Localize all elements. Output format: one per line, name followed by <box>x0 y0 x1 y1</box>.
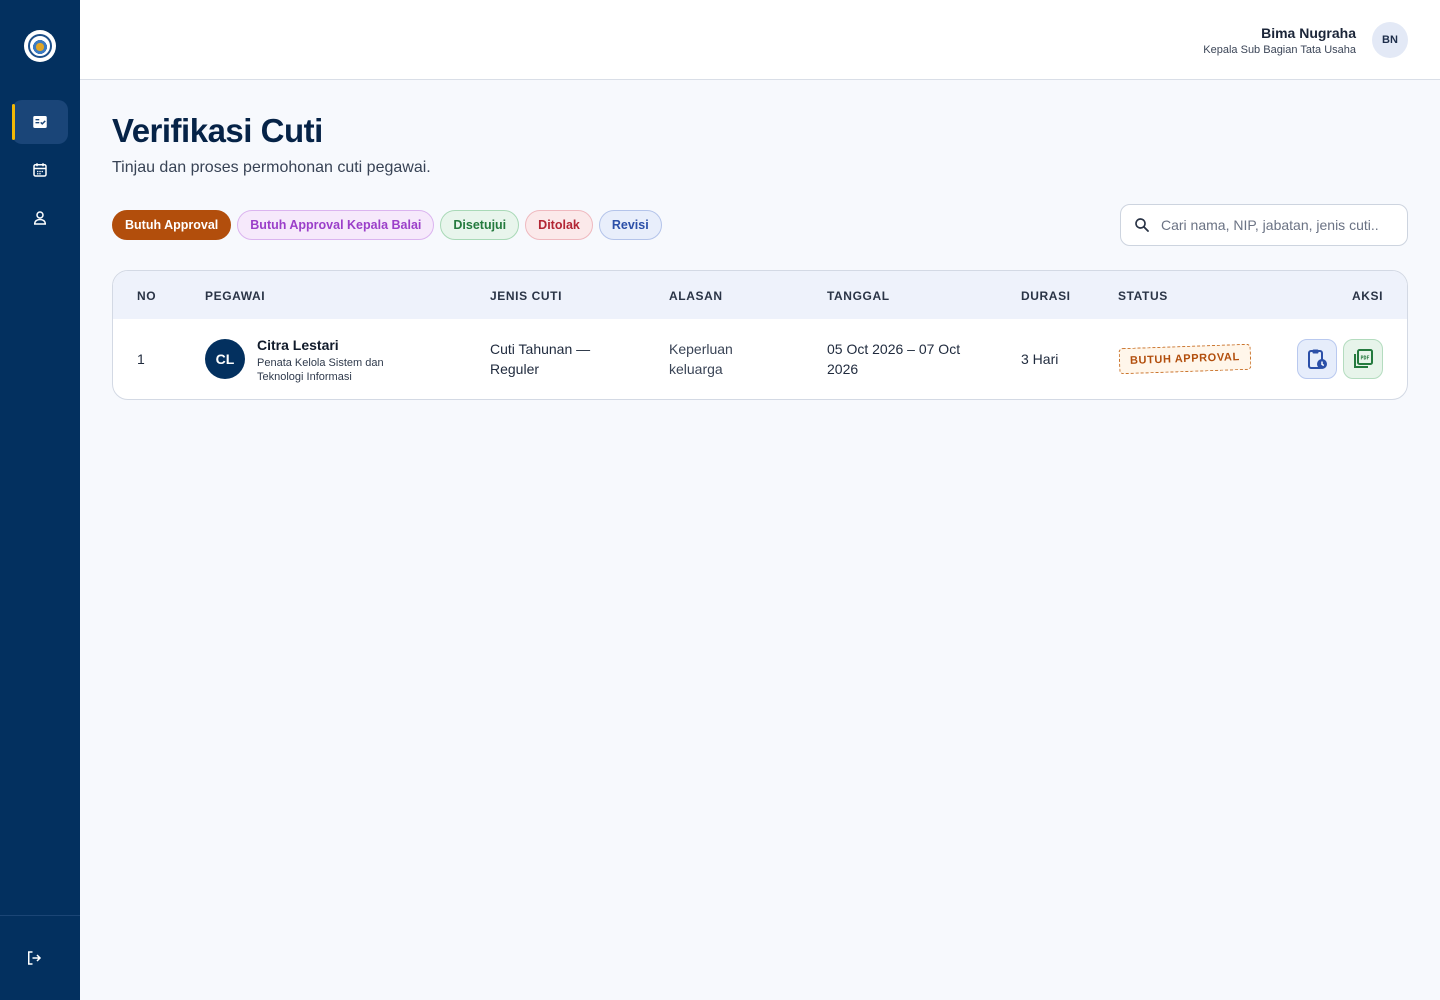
filter-disetujui[interactable]: Disetujui <box>440 210 520 240</box>
column-header-no: NO <box>137 289 157 303</box>
pdf-icon: PDF <box>1354 349 1373 368</box>
status-badge: BUTUH APPROVAL <box>1118 343 1252 375</box>
user-avatar[interactable]: BN <box>1372 22 1408 58</box>
filter-butuh-approval[interactable]: Butuh Approval <box>112 210 232 240</box>
leave-date: 05 Oct 2026 – 07 Oct 2026 <box>827 341 961 377</box>
leave-duration: 3 Hari <box>1021 351 1059 367</box>
search-icon <box>1135 218 1149 232</box>
employee-position: Penata Kelola Sistem dan Teknologi Infor… <box>257 357 384 383</box>
column-header-alasan: ALASAN <box>669 289 723 303</box>
sidebar-item-calendar[interactable] <box>12 148 68 192</box>
leave-type: Cuti Tahunan — Reguler <box>490 341 591 377</box>
leave-reason: Keperluan keluarga <box>669 341 733 377</box>
employee-name: Citra Lestari <box>257 337 339 353</box>
user-menu[interactable]: Bima Nugraha Kepala Sub Bagian Tata Usah… <box>1203 22 1408 58</box>
download-pdf-button[interactable]: PDF <box>1343 339 1383 379</box>
column-header-durasi: DURASI <box>1021 289 1071 303</box>
top-bar: Bima Nugraha Kepala Sub Bagian Tata Usah… <box>80 0 1440 80</box>
filter-revisi[interactable]: Revisi <box>598 210 662 240</box>
page-subtitle: Tinjau dan proses permohonan cuti pegawa… <box>112 159 431 176</box>
app-logo[interactable] <box>24 30 56 62</box>
calendar-icon <box>33 163 47 177</box>
leave-request-table: NO PEGAWAI JENIS CUTI ALASAN TANGGAL DUR… <box>112 270 1408 400</box>
column-header-tanggal: TANGGAL <box>827 289 890 303</box>
logout-button[interactable] <box>12 936 56 980</box>
user-name: Bima Nugraha <box>1261 24 1356 41</box>
filter-butuh-approval-kepala-balai[interactable]: Butuh Approval Kepala Balai <box>237 210 435 240</box>
review-button[interactable] <box>1297 339 1337 379</box>
search-box[interactable] <box>1120 204 1408 246</box>
row-number: 1 <box>137 351 145 367</box>
logout-icon <box>28 951 42 965</box>
column-header-pegawai: PEGAWAI <box>205 289 266 303</box>
user-role: Kepala Sub Bagian Tata Usaha <box>1203 43 1356 56</box>
user-info: Bima Nugraha Kepala Sub Bagian Tata Usah… <box>1203 25 1356 56</box>
user-icon <box>33 211 47 225</box>
logo-emblem-icon <box>28 34 52 58</box>
page-title: Verifikasi Cuti <box>112 112 323 149</box>
table-header: NO PEGAWAI JENIS CUTI ALASAN TANGGAL DUR… <box>113 271 1407 319</box>
sidebar-divider <box>0 915 80 916</box>
sidebar <box>0 0 80 1000</box>
search-input[interactable] <box>1161 217 1401 233</box>
checklist-icon <box>33 116 47 128</box>
column-header-aksi: AKSI <box>1352 289 1384 303</box>
status-filter-group: Butuh Approval Butuh Approval Kepala Bal… <box>112 210 662 240</box>
column-header-jenis-cuti: JENIS CUTI <box>490 289 563 303</box>
column-header-status: STATUS <box>1118 289 1168 303</box>
sidebar-item-verifikasi[interactable] <box>12 100 68 144</box>
svg-text:PDF: PDF <box>1360 356 1369 362</box>
sidebar-item-profile[interactable] <box>12 196 68 240</box>
employee-avatar: CL <box>205 339 245 379</box>
clipboard-clock-icon <box>1308 349 1327 369</box>
filter-ditolak[interactable]: Ditolak <box>525 210 593 240</box>
